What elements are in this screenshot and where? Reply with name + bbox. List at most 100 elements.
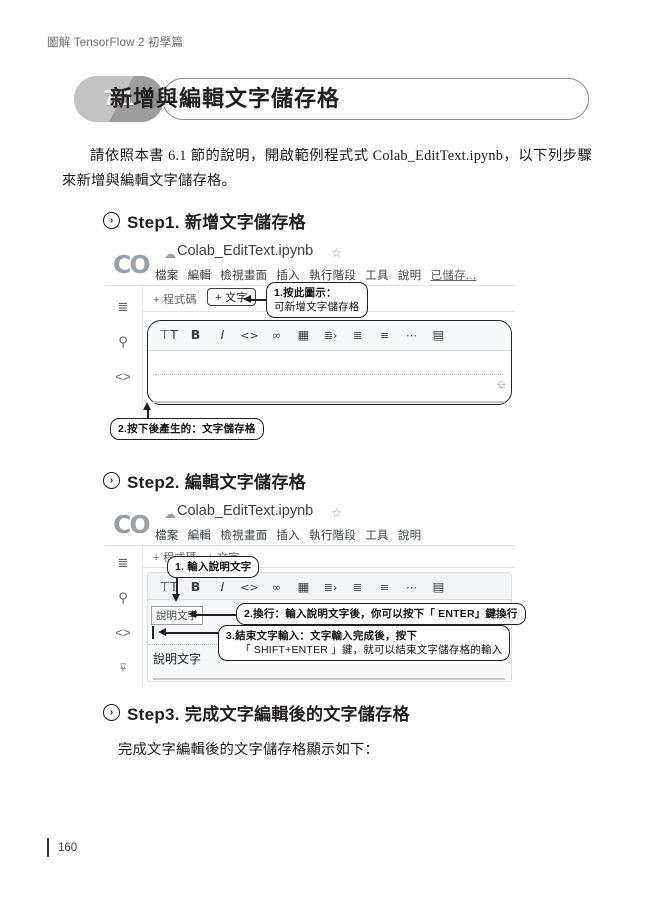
drive-icon: ☁ [164,247,176,261]
cell-split-dashes [155,374,503,375]
colab-screenshot-step1: CO ☁ Colab_EditText.ipynb ☆ 檔案 編輯 檢視畫面 插入 執行… [105,238,515,408]
step3-label: Step3. 完成文字編輯後的文字儲存格 [127,705,410,724]
menu-item-insert[interactable]: 插入 [276,270,300,282]
menu-item-runtime-2[interactable]: 執行階段 [309,530,356,542]
saved-status: 已儲存... [430,270,477,282]
annotation2-note-3: 3.結束文字輸入：文字輸入完成後，按下 「 SHIFT+ENTER 」鍵，就可以… [218,625,511,661]
menu-item-view[interactable]: 檢視畫面 [220,270,267,282]
step2-marker: › [103,472,120,489]
annotation-note-1: 1.按此圖示： 可新增文字儲存格 [266,282,368,318]
left-rail-step1[interactable]: ≣ ⚲ <> [108,300,138,405]
star-icon-2[interactable]: ☆ [331,505,342,520]
section-title: 新增與編輯文字儲存格 [110,86,341,111]
bulleted-list-icon[interactable]: ≡ [371,330,398,341]
annotation2-note-3-line2: 「 SHIFT+ENTER 」鍵，就可以結束文字儲存格的輸入 [240,644,503,656]
bold-icon-2[interactable]: B [182,580,209,594]
notebook-title: Colab_EditText.ipynb [177,243,314,259]
annotation2-note-3-line1: 3.結束文字輸入：文字輸入完成後，按下 [226,630,418,642]
drive-icon-2: ☁ [164,507,176,521]
annotation2-note-2: 2.換行：輸入說明文字後，你可以按下「 ENTER」鍵換行 [236,603,526,625]
code-snippets-icon-2[interactable]: <> [115,626,130,639]
indent-icon[interactable]: ≣› [317,330,344,341]
step3-marker: › [103,704,120,721]
text-editor-toolbar-2[interactable]: ⊤T B I <> ∞ ▦ ≣› ≣ ≡ ⋯ ▤ [155,578,505,596]
text-cell-preview: 說明文字 [153,652,202,666]
menu-item-tools[interactable]: 工具 [365,270,389,282]
menu-item-view-2[interactable]: 檢視畫面 [220,530,267,542]
menu-item-insert-2[interactable]: 插入 [276,530,300,542]
code-icon-2[interactable]: <> [236,582,263,593]
toolbar-bottom-divider-2 [148,599,511,600]
step2-label: Step2. 編輯文字儲存格 [127,473,306,492]
menu-item-help[interactable]: 說明 [398,270,422,282]
menu-bar[interactable]: 檔案 編輯 檢視畫面 插入 執行階段 工具 說明 已儲存... [155,267,485,283]
resize-handle-icon[interactable]: ⎒ [497,379,506,392]
notebook-title-2: Colab_EditText.ipynb [177,503,314,519]
numbered-list-icon[interactable]: ≣ [344,330,371,341]
files-icon[interactable]: ⍫ [119,661,127,674]
page-number: 160 [58,841,78,854]
intro-paragraph: 請依照本書 6.1 節的說明，開啟範例程式式 Colab_EditText.ip… [62,148,592,189]
toc-icon[interactable]: ≣ [118,300,129,313]
link-icon[interactable]: ∞ [263,330,290,341]
code-snippets-icon[interactable]: <> [115,370,130,383]
horizontal-rule-icon-2[interactable]: ⋯ [398,582,425,593]
italic-icon[interactable]: I [209,328,236,342]
menu-item-runtime[interactable]: 執行階段 [309,270,356,282]
menu-item-tools-2[interactable]: 工具 [365,530,389,542]
step2-heading: › Step2. 編輯文字儲存格 [103,468,306,493]
menu-item-file-2[interactable]: 檔案 [155,530,179,542]
menu-item-edit[interactable]: 編輯 [188,270,212,282]
search-icon-2[interactable]: ⚲ [118,591,128,604]
toolbar-bottom-divider [148,350,511,351]
toc-icon-2[interactable]: ≣ [118,556,129,569]
step1-label: Step1. 新增文字儲存格 [127,213,306,232]
annotation-note-1-line2: 可新增文字儲存格 [274,301,360,313]
menu-bar-2[interactable]: 檔案 編輯 檢視畫面 插入 執行階段 工具 說明 [155,527,430,543]
numbered-list-icon-2[interactable]: ≣ [344,582,371,593]
page-footer: 160 [47,838,77,857]
footer-rule [47,838,49,857]
text-caret [152,626,154,639]
annotation2-arrow-2 [188,610,240,620]
annotation2-note-2-line1: 2.換行：輸入說明文字後，你可以按下「 ENTER」鍵換行 [244,608,518,620]
annotation-note-1-line1: 1.按此圖示： [274,287,337,299]
table-of-contents-icon[interactable]: ▤ [425,328,452,342]
add-code-button[interactable]: + 程式碼 [153,291,197,307]
menu-item-file[interactable]: 檔案 [155,270,179,282]
step3-heading: › Step3. 完成文字編輯後的文字儲存格 [103,700,410,725]
bulleted-list-icon-2[interactable]: ≡ [371,582,398,593]
left-rail-step2[interactable]: ≣ ⚲ <> ⍫ [108,556,138,696]
table-of-contents-icon-2[interactable]: ▤ [425,580,452,594]
menu-item-help-2[interactable]: 說明 [398,530,422,542]
step1-heading: › Step1. 新增文字儲存格 [103,208,306,233]
book-page: 圖解 TensorFlow 2 初學篇 7.1 新增與編輯文字儲存格 請依照本書… [0,0,663,897]
header-divider-2 [105,545,515,546]
annotation2-arrow-3 [158,628,222,638]
search-icon[interactable]: ⚲ [118,335,128,348]
annotation2-arrow-1 [172,574,184,602]
annotation-note-2-line1: 2.按下後產生的：文字儲存格 [118,423,256,435]
text-editor-toolbar[interactable]: ⊤T B I <> ∞ ▦ ≣› ≣ ≡ ⋯ ▤ [155,326,505,344]
colab-logo-2: CO [113,510,151,539]
annotation2-note-1-line1: 1. 輸入說明文字 [175,561,252,573]
indent-icon-2[interactable]: ≣› [317,582,344,593]
menu-item-edit-2[interactable]: 編輯 [188,530,212,542]
image-icon-2[interactable]: ▦ [290,580,317,594]
annotation2-note-1: 1. 輸入說明文字 [167,556,260,578]
annotation-note-2: 2.按下後產生的：文字儲存格 [110,418,264,440]
image-icon[interactable]: ▦ [290,328,317,342]
bold-icon[interactable]: B [182,328,209,342]
cell-bottom-bar-2 [153,678,505,680]
horizontal-rule-icon[interactable]: ⋯ [398,330,425,341]
star-icon[interactable]: ☆ [331,245,342,260]
colab-logo: CO [113,250,151,279]
code-icon[interactable]: <> [236,330,263,341]
text-size-icon[interactable]: ⊤T [155,328,182,342]
step3-paragraph: 完成文字編輯後的文字儲存格顯示如下： [118,742,379,758]
italic-icon-2[interactable]: I [209,580,236,594]
rail-divider [142,286,143,406]
step1-marker: › [103,212,120,229]
link-icon-2[interactable]: ∞ [263,582,290,593]
running-head: 圖解 TensorFlow 2 初學篇 [47,37,184,49]
